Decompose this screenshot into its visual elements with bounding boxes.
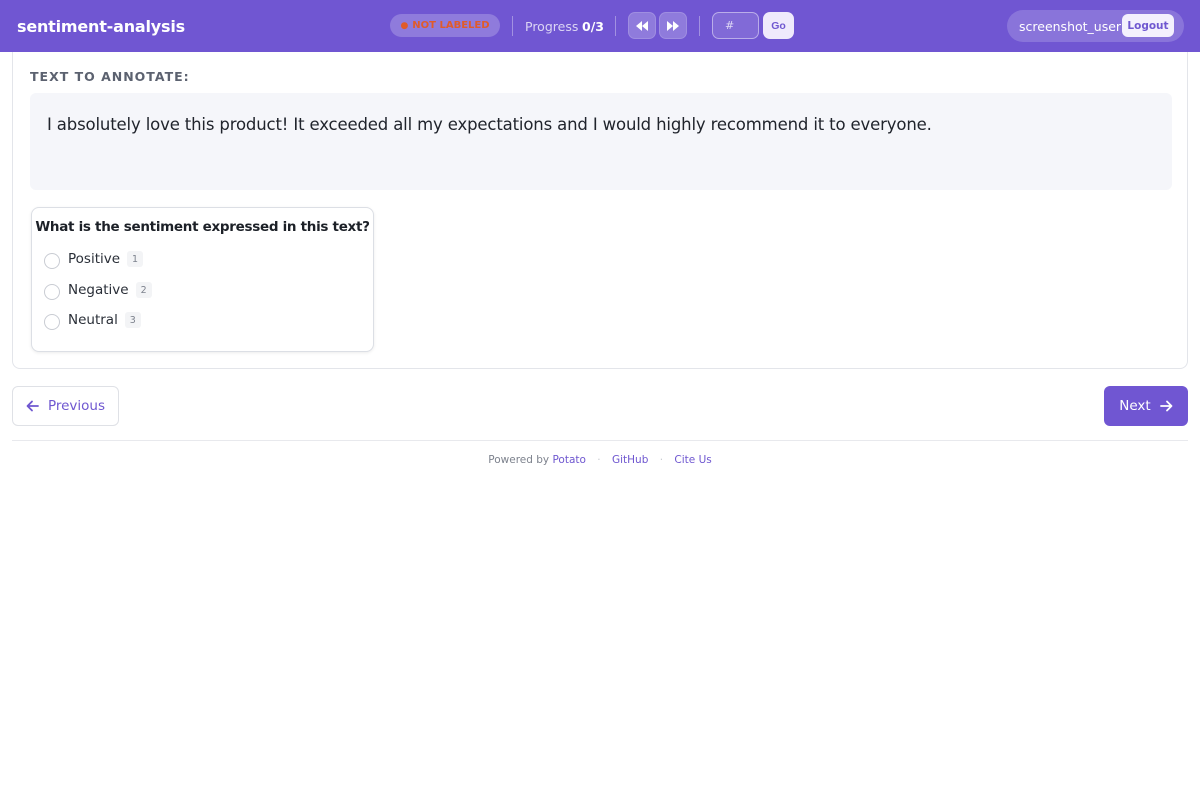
footer: Powered by Potato · GitHub · Cite Us xyxy=(0,454,1200,466)
cite-us-link[interactable]: Cite Us xyxy=(674,454,711,466)
annotation-card: TEXT TO ANNOTATE: I absolutely love this… xyxy=(12,52,1188,369)
username: screenshot_user xyxy=(1019,19,1122,34)
go-button[interactable]: Go xyxy=(763,12,794,39)
option-label: Positive xyxy=(68,251,121,267)
progress-value: 0/3 xyxy=(582,19,604,34)
progress-label: Progress xyxy=(525,19,579,34)
footer-divider xyxy=(12,440,1188,441)
user-menu: screenshot_user Logout xyxy=(1007,10,1184,42)
question-panel: What is the sentiment expressed in this … xyxy=(31,207,374,352)
arrow-right-icon xyxy=(1159,400,1173,412)
radio-button[interactable] xyxy=(44,284,60,300)
status-label: NOT LABELED xyxy=(412,20,490,31)
footer-separator: · xyxy=(597,454,601,466)
keyboard-shortcut-badge: 2 xyxy=(135,282,152,298)
goto-instance-input[interactable] xyxy=(712,12,759,39)
keyboard-shortcut-badge: 1 xyxy=(127,251,144,267)
status-dot-icon: ● xyxy=(400,20,409,31)
option-positive[interactable]: Positive 1 xyxy=(44,247,144,271)
next-label: Next xyxy=(1119,398,1151,414)
divider xyxy=(699,16,700,36)
potato-link[interactable]: Potato xyxy=(552,454,585,466)
arrow-left-icon xyxy=(26,400,39,412)
powered-by-text: Powered by xyxy=(488,454,550,466)
radio-button[interactable] xyxy=(44,253,60,269)
github-link[interactable]: GitHub xyxy=(612,454,648,466)
previous-label: Previous xyxy=(47,398,106,414)
text-to-annotate-box: I absolutely love this product! It excee… xyxy=(30,93,1172,190)
app-title: sentiment-analysis xyxy=(17,17,185,36)
previous-button[interactable]: Previous xyxy=(12,386,119,426)
section-label: TEXT TO ANNOTATE: xyxy=(30,69,190,84)
keyboard-shortcut-badge: 3 xyxy=(124,312,141,328)
divider xyxy=(512,16,513,36)
option-label: Negative xyxy=(68,282,129,298)
jump-last-button[interactable] xyxy=(659,12,687,39)
option-neutral[interactable]: Neutral 3 xyxy=(44,308,141,332)
fast-forward-icon xyxy=(667,20,679,31)
next-button[interactable]: Next xyxy=(1104,386,1188,426)
top-navigation-bar: sentiment-analysis ● NOT LABELED Progres… xyxy=(0,0,1200,52)
question-title: What is the sentiment expressed in this … xyxy=(35,219,370,235)
status-badge: ● NOT LABELED xyxy=(390,14,500,37)
annotation-text: I absolutely love this product! It excee… xyxy=(47,115,932,134)
footer-separator: · xyxy=(659,454,664,466)
jump-first-button[interactable] xyxy=(628,12,656,39)
option-negative[interactable]: Negative 2 xyxy=(44,278,152,302)
logout-button[interactable]: Logout xyxy=(1122,14,1174,37)
option-label: Neutral xyxy=(68,312,118,328)
radio-button[interactable] xyxy=(44,314,60,330)
divider xyxy=(615,16,616,36)
rewind-icon xyxy=(636,20,648,31)
